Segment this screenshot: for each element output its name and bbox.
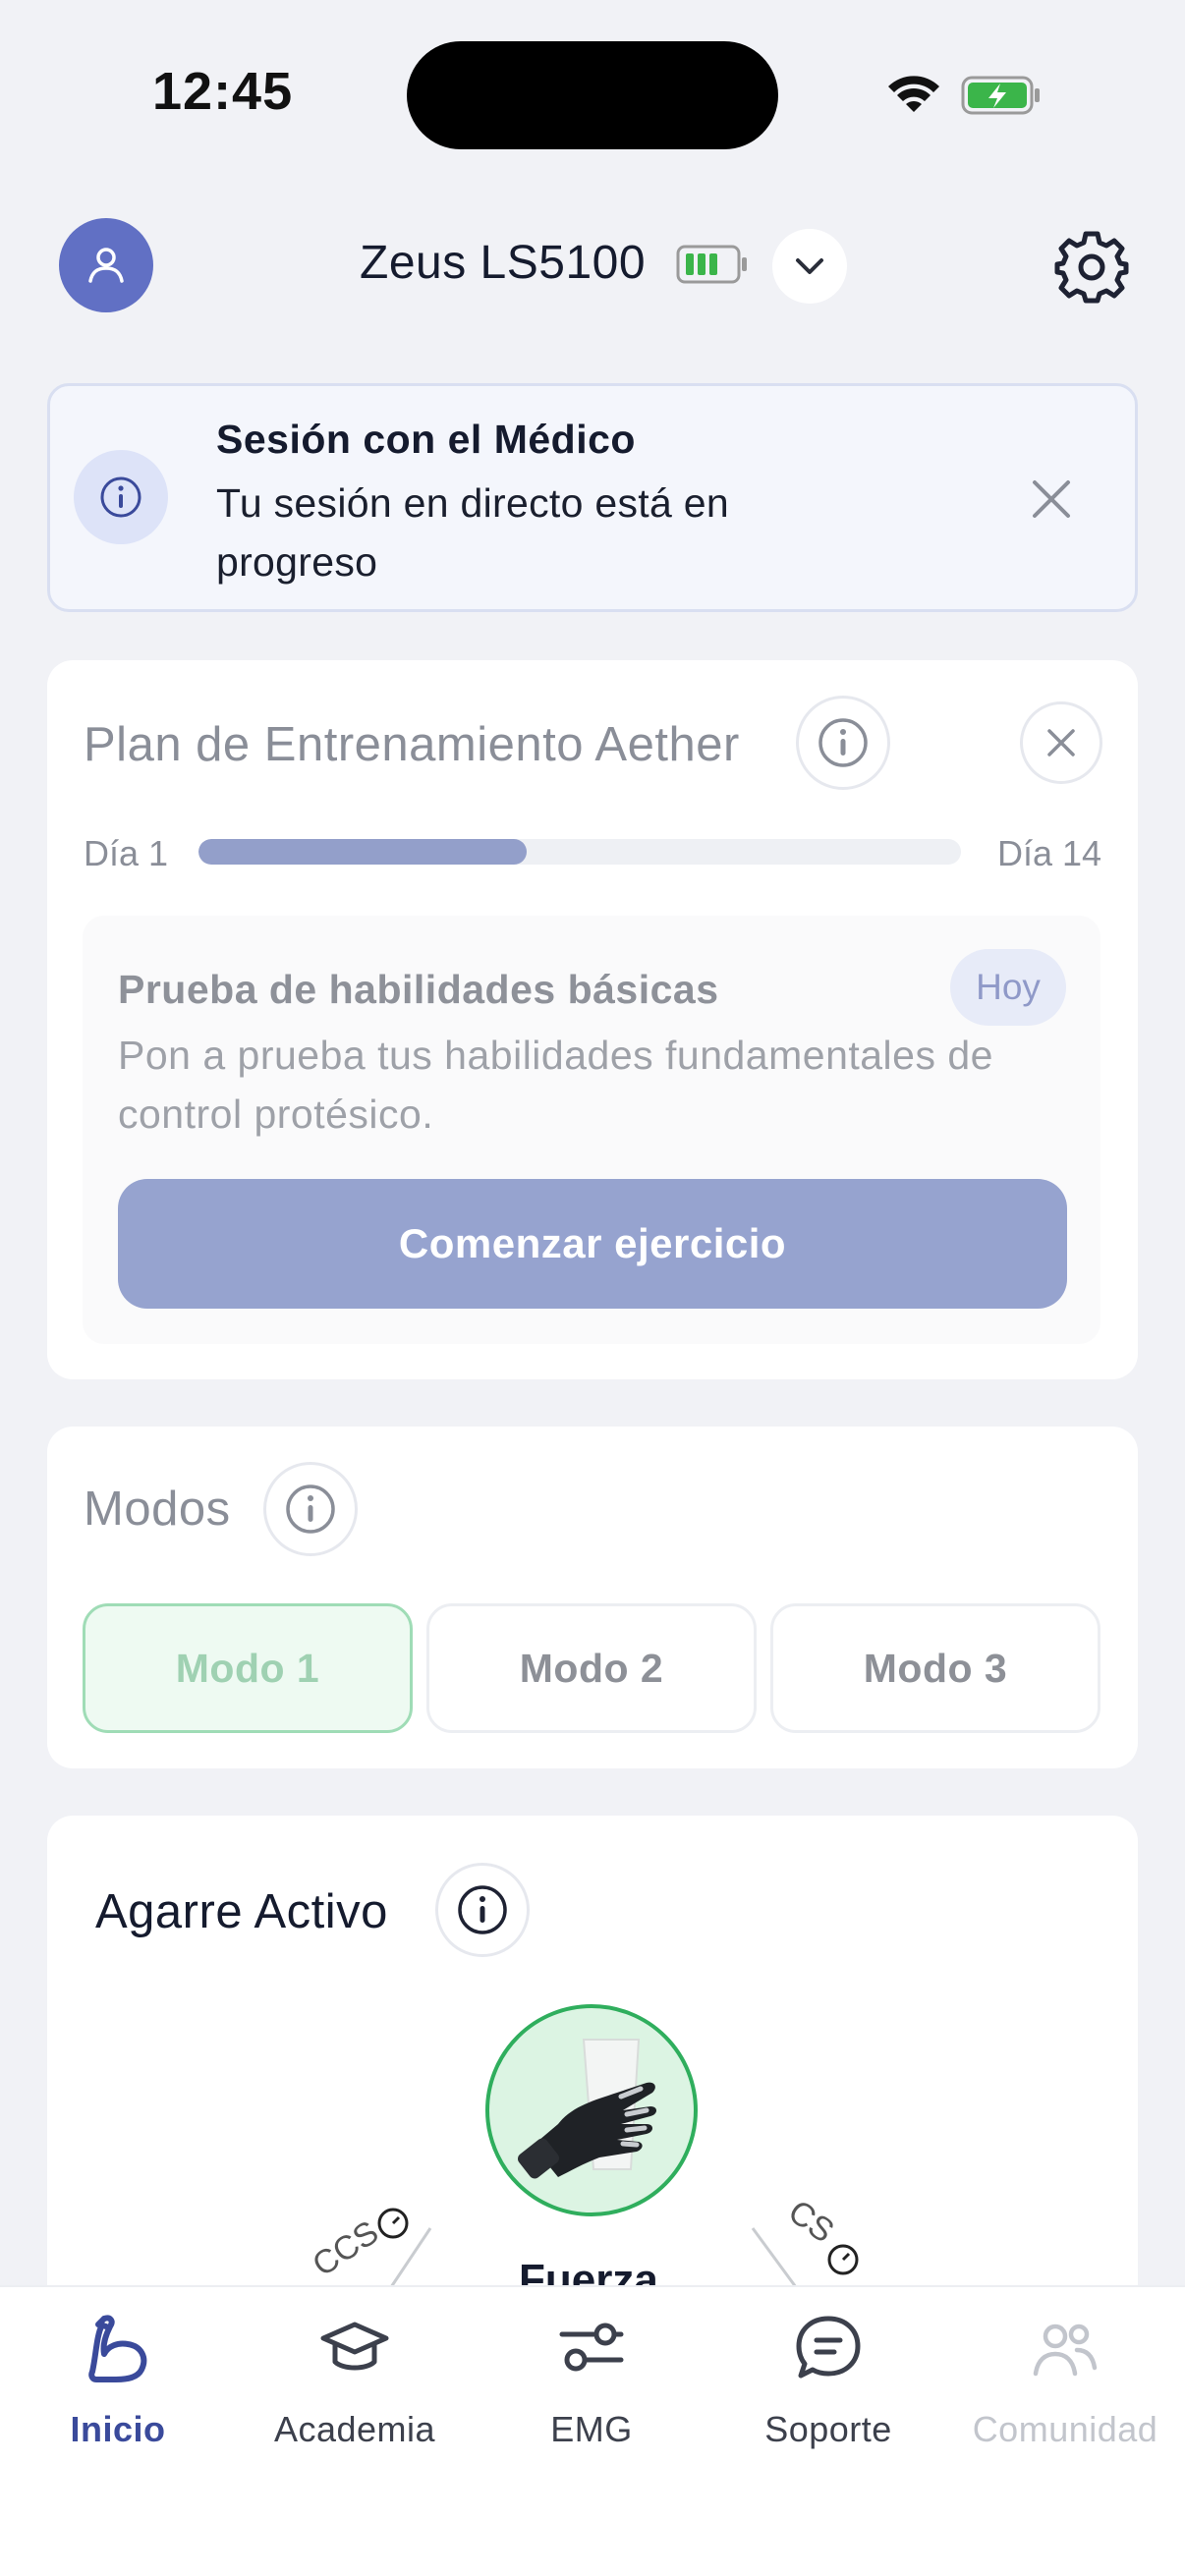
plan-progress-fill <box>198 839 527 865</box>
user-avatar-button[interactable] <box>59 218 153 312</box>
close-icon <box>1047 729 1075 756</box>
mode-3-button[interactable]: Modo 3 <box>770 1603 1100 1733</box>
today-badge: Hoy <box>950 949 1066 1026</box>
close-icon[interactable] <box>1027 475 1076 524</box>
wifi-icon <box>888 76 939 112</box>
info-icon <box>458 1885 507 1934</box>
tab-academia-label: Academia <box>273 2409 436 2449</box>
tab-soporte-label: Soporte <box>764 2409 892 2449</box>
session-title: Sesión con el Médico <box>216 417 636 462</box>
user-icon <box>88 248 124 283</box>
mode-1-button[interactable]: Modo 1 <box>83 1603 413 1733</box>
tab-emg-label: EMG <box>550 2409 633 2449</box>
info-icon <box>286 1484 335 1534</box>
start-exercise-button[interactable]: Comenzar ejercicio <box>118 1179 1067 1309</box>
info-icon <box>74 450 168 544</box>
sliders-icon <box>559 2323 624 2372</box>
day-end-label: Día 14 <box>997 833 1102 873</box>
tab-inicio[interactable]: Inicio <box>0 2311 236 2468</box>
device-dropdown-button[interactable] <box>772 229 847 304</box>
modes-title: Modos <box>84 1483 231 1536</box>
tab-soporte[interactable]: Soporte <box>710 2311 946 2468</box>
exercise-title: Prueba de habilidades básicas <box>118 967 719 1012</box>
cs-label: CS <box>781 2193 841 2251</box>
prosthetic-hand-icon <box>518 2039 656 2179</box>
grip-info-button[interactable] <box>435 1863 530 1957</box>
chevron-down-icon <box>796 258 823 274</box>
people-icon <box>1033 2324 1098 2377</box>
plan-close-button[interactable] <box>1020 701 1102 784</box>
chat-bubble-icon <box>796 2316 861 2379</box>
active-grip-title: Agarre Activo <box>95 1885 388 1938</box>
graduation-cap-icon <box>320 2322 389 2371</box>
tab-academia[interactable]: Academia <box>237 2311 473 2468</box>
battery-charging-icon <box>961 76 1040 115</box>
tab-emg[interactable]: EMG <box>474 2311 709 2468</box>
settings-gear-icon[interactable] <box>1053 228 1130 305</box>
ccs-label: CCS <box>312 2213 385 2284</box>
arc-right: CS <box>751 2193 859 2288</box>
dynamic-island <box>407 41 778 149</box>
arc-left: CCS <box>312 2208 432 2288</box>
tab-comunidad-label: Comunidad <box>972 2409 1158 2449</box>
day-start-label: Día 1 <box>84 833 169 873</box>
status-time: 12:45 <box>152 62 294 121</box>
tab-inicio-label: Inicio <box>70 2409 166 2449</box>
info-icon <box>818 718 868 767</box>
modes-info-button[interactable] <box>263 1462 358 1556</box>
grip-power-button[interactable] <box>485 2004 698 2216</box>
mode-2-button[interactable]: Modo 2 <box>426 1603 757 1733</box>
tab-comunidad[interactable]: Comunidad <box>947 2311 1183 2468</box>
plan-info-button[interactable] <box>796 696 890 790</box>
device-battery-icon <box>676 245 747 284</box>
plan-progress-bar <box>198 839 961 865</box>
session-text: Tu sesión en directo está en progreso <box>216 480 729 585</box>
device-name[interactable]: Zeus LS5100 <box>360 236 646 290</box>
training-plan-title: Plan de Entrenamiento Aether <box>84 718 740 771</box>
bicep-icon <box>88 2315 147 2382</box>
exercise-description: Pon a prueba tus habilidades fundamental… <box>118 1033 993 1137</box>
